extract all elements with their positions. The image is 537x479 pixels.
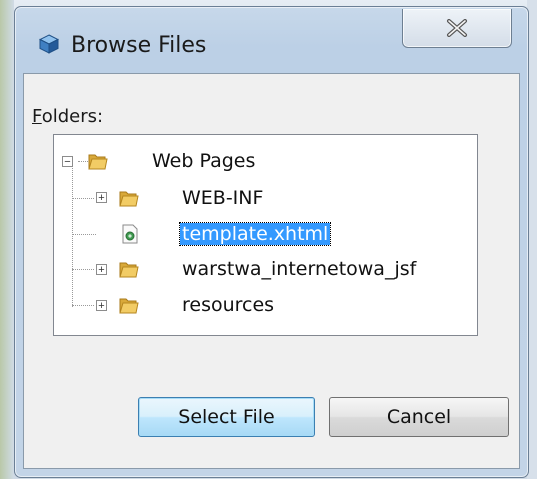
tree-item-label: template.xhtml xyxy=(178,222,332,246)
collapse-icon[interactable]: − xyxy=(62,156,73,168)
folders-label-text: olders: xyxy=(41,106,104,127)
tree-item-label: Web Pages xyxy=(152,150,256,172)
close-x-icon xyxy=(447,19,467,37)
expand-icon[interactable]: + xyxy=(96,300,107,312)
tree-item-label: warstwa_internetowa_jsf xyxy=(182,258,417,280)
tree-item-web-pages[interactable]: − Web Pages xyxy=(54,146,474,176)
app-cube-icon xyxy=(39,34,59,54)
expand-icon[interactable]: + xyxy=(96,192,107,204)
dialog-title: Browse Files xyxy=(71,33,207,58)
file-icon xyxy=(122,224,138,244)
select-file-button[interactable]: Select File xyxy=(138,397,315,437)
folder-icon xyxy=(119,298,139,314)
folder-icon xyxy=(119,191,139,207)
folder-icon xyxy=(119,262,139,278)
folders-label: Folders: xyxy=(32,106,103,127)
close-button[interactable] xyxy=(402,9,512,48)
title-bar[interactable]: Browse Files xyxy=(15,7,528,73)
folder-tree[interactable]: − Web Pages + WEB-INF template.xhtml + w… xyxy=(53,134,478,336)
tree-item-warstwa-internetowa-jsf[interactable]: + warstwa_internetowa_jsf xyxy=(54,254,474,284)
expand-icon[interactable]: + xyxy=(96,264,107,276)
tree-item-label: WEB-INF xyxy=(182,187,264,209)
tree-item-resources[interactable]: + resources xyxy=(54,290,474,320)
tree-item-web-inf[interactable]: + WEB-INF xyxy=(54,183,474,213)
background-edge xyxy=(0,0,14,479)
folders-label-mnemonic: F xyxy=(32,106,42,127)
tree-item-label: resources xyxy=(182,294,275,316)
cancel-button[interactable]: Cancel xyxy=(329,397,509,437)
tree-item-template-xhtml[interactable]: template.xhtml xyxy=(54,219,474,249)
folder-icon xyxy=(88,154,108,170)
